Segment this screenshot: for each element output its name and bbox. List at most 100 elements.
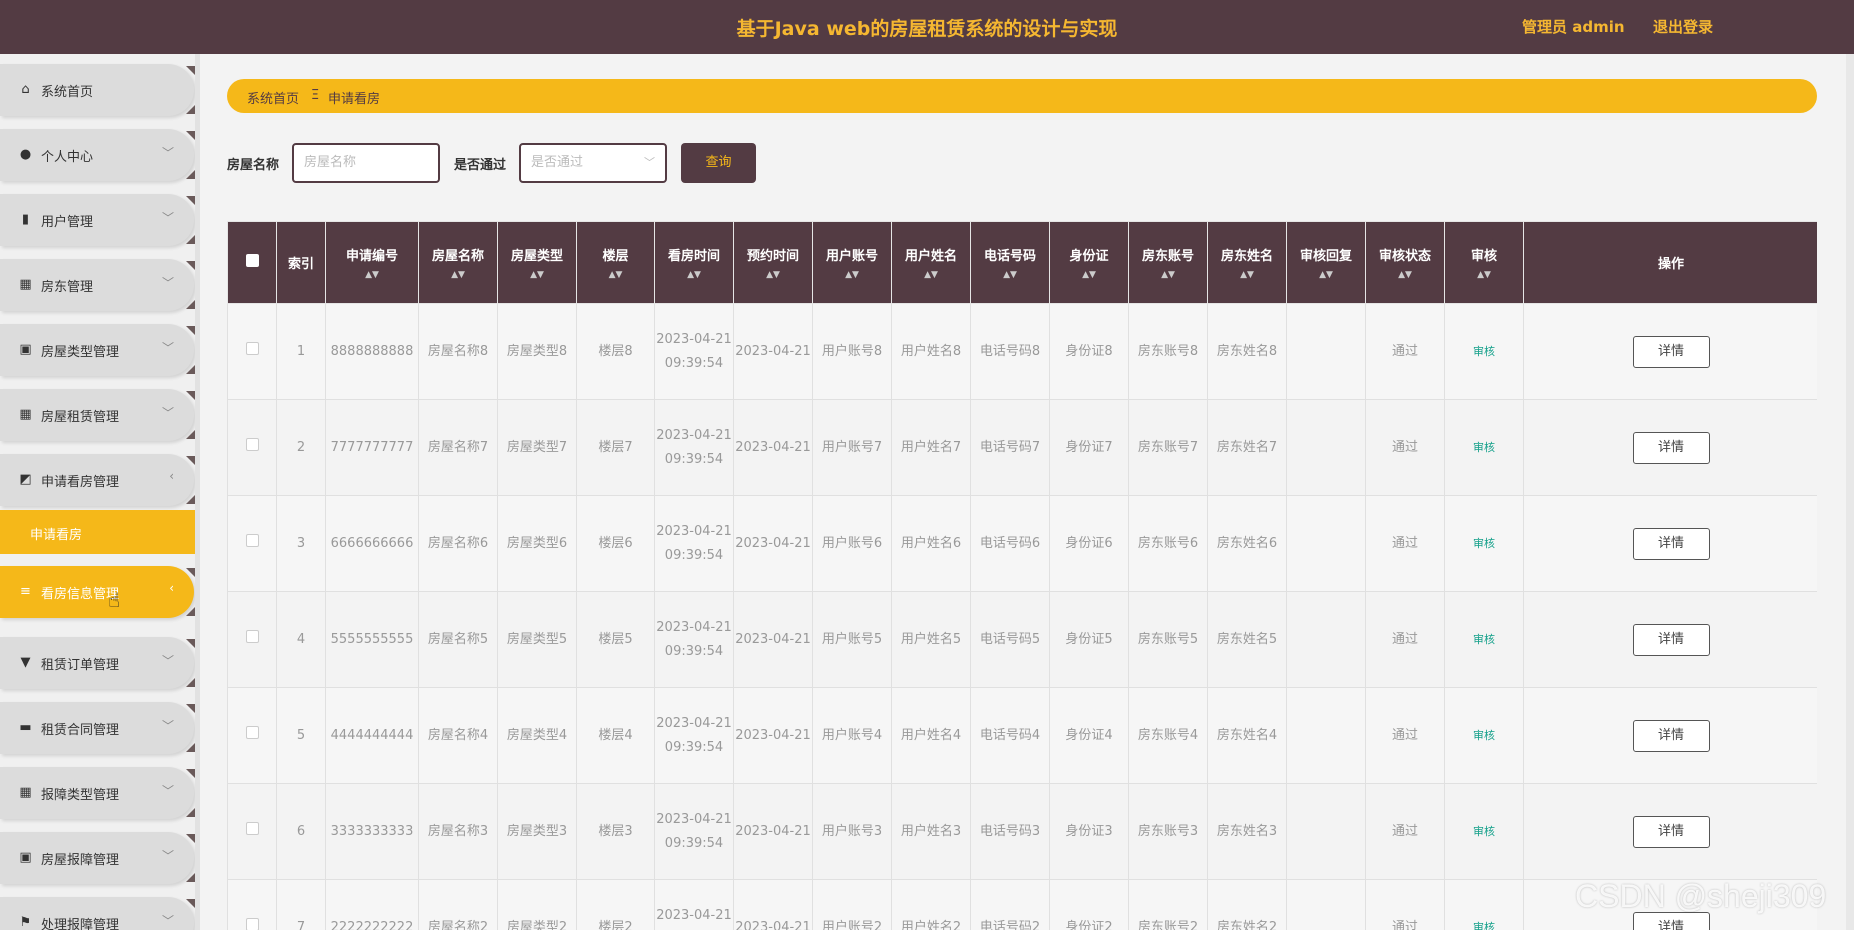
row-checkbox[interactable] <box>245 917 259 930</box>
column-header[interactable]: 身份证 ▲▼ <box>1049 221 1129 304</box>
cell-audit: 审核 <box>1444 879 1524 930</box>
sort-icon[interactable]: ▲▼ <box>577 270 654 280</box>
column-header[interactable]: 审核回复 ▲▼ <box>1286 221 1366 304</box>
corner-notch-icon <box>186 104 196 114</box>
row-checkbox[interactable] <box>245 533 259 547</box>
sidebar-item[interactable]: ▬ 租赁合同管理 ﹀ <box>0 702 196 754</box>
sort-icon[interactable]: ▲▼ <box>1366 270 1444 280</box>
query-button[interactable]: 查询 <box>681 143 756 183</box>
column-header-label: 用户姓名 <box>904 249 957 264</box>
cell-actions: 详情 <box>1523 591 1817 688</box>
detail-button[interactable]: 详情 <box>1632 527 1710 560</box>
column-header-label: 电话号码 <box>983 249 1036 264</box>
audit-link[interactable]: 审核 <box>1473 537 1495 550</box>
sidebar-subitem-apply-viewing[interactable]: 申请看房 <box>0 510 196 554</box>
chevron-icon: ﹀ <box>161 406 174 420</box>
column-header[interactable]: 楼层 ▲▼ <box>576 221 655 304</box>
sidebar-item[interactable]: ● 个人中心 ﹀ <box>0 129 196 181</box>
corner-notch-icon <box>186 299 196 309</box>
column-header[interactable]: 用户账号 ▲▼ <box>812 221 892 304</box>
table-row: 3 6666666666 房屋名称6 房屋类型6 楼层6 2023-04-21 09:39… <box>227 495 1817 592</box>
row-checkbox[interactable] <box>245 821 259 835</box>
column-header[interactable]: 看房时间 ▲▼ <box>654 221 734 304</box>
sidebar-item[interactable]: ◩ 申请看房管理 ‹ <box>0 454 196 506</box>
cell-landlord-name: 房东姓名2 <box>1207 879 1287 930</box>
column-header[interactable]: 预约时间 ▲▼ <box>733 221 813 304</box>
table-row: 4 5555555555 房屋名称5 房屋类型5 楼层5 2023-04-21 09:39… <box>227 591 1817 688</box>
sort-icon[interactable]: ▲▼ <box>1287 270 1365 280</box>
cell-user: 用户姓名5 <box>891 591 971 688</box>
sidebar-item-label: 租赁合同管理 <box>41 723 120 738</box>
sort-icon[interactable]: ▲▼ <box>655 270 733 280</box>
sidebar-item[interactable]: ▦ 房东管理 ﹀ <box>0 259 196 311</box>
cell-phone: 电话号码2 <box>970 879 1050 930</box>
column-header-label: 房东账号 <box>1141 249 1194 264</box>
row-checkbox[interactable] <box>245 725 259 739</box>
corner-notch-icon <box>186 872 196 882</box>
sort-icon[interactable]: ▲▼ <box>971 270 1049 280</box>
column-header[interactable]: 房东姓名 ▲▼ <box>1207 221 1287 304</box>
audit-link[interactable]: 审核 <box>1473 825 1495 838</box>
sort-icon[interactable]: ▲▼ <box>1445 270 1523 280</box>
cell-no: 4444444444 <box>325 687 419 784</box>
sidebar-item[interactable]: ⌂ 系统首页 <box>0 64 196 116</box>
sort-icon[interactable]: ▲▼ <box>1129 270 1207 280</box>
detail-button[interactable]: 详情 <box>1632 623 1710 656</box>
sort-icon[interactable]: ▲▼ <box>734 270 812 280</box>
select-all-checkbox[interactable] <box>245 254 259 267</box>
sidebar-item[interactable]: ▮ 用户管理 ﹀ <box>0 194 196 246</box>
sidebar-item-label: 房屋报障管理 <box>41 853 120 868</box>
cell-type: 房屋类型7 <box>497 399 577 496</box>
row-checkbox[interactable] <box>245 437 259 451</box>
sidebar-item[interactable]: ▣ 房屋类型管理 ﹀ <box>0 324 196 376</box>
cell-reply <box>1286 687 1366 784</box>
cell-phone: 电话号码6 <box>970 495 1050 592</box>
column-header[interactable]: 房屋名称 ▲▼ <box>418 221 498 304</box>
column-header[interactable]: 房东账号 ▲▼ <box>1128 221 1208 304</box>
house-name-input[interactable]: 房屋名称 <box>292 143 440 183</box>
detail-button[interactable]: 详情 <box>1632 815 1710 848</box>
audit-link[interactable]: 审核 <box>1473 729 1495 742</box>
column-header[interactable]: 审核状态 ▲▼ <box>1365 221 1445 304</box>
page-scrollbar[interactable] <box>1846 54 1854 930</box>
detail-button[interactable]: 详情 <box>1632 719 1710 752</box>
cell-name: 房屋名称3 <box>418 783 498 880</box>
sidebar-item[interactable]: ▣ 房屋报障管理 ﹀ <box>0 832 196 884</box>
sidebar-item[interactable]: ≡ 看房信息管理 ‹ <box>0 566 196 618</box>
cell-landlord-acc: 房东账号6 <box>1128 495 1208 592</box>
column-header-label: 看房时间 <box>667 249 720 264</box>
audit-link[interactable]: 审核 <box>1473 441 1495 454</box>
audit-link[interactable]: 审核 <box>1473 921 1495 930</box>
sidebar-item[interactable]: ⚑ 处理报障管理 ﹀ <box>0 897 196 930</box>
column-header[interactable]: 房屋类型 ▲▼ <box>497 221 577 304</box>
logout-link[interactable]: 退出登录 <box>1653 16 1713 37</box>
audit-link[interactable]: 审核 <box>1473 633 1495 646</box>
flag-icon: ⚑ <box>19 915 32 930</box>
breadcrumb-home[interactable]: 系统首页 <box>247 88 299 107</box>
sort-icon[interactable]: ▲▼ <box>892 270 970 280</box>
sidebar-item[interactable]: ▦ 报障类型管理 ﹀ <box>0 767 196 819</box>
table-header-row: 索引 申请编号 ▲▼ 房屋名称 ▲▼ 房屋类型 ▲▼ 楼层 ▲▼ 看房时间 ▲▼ 预约时间 ▲▼ 用户账号… <box>227 221 1817 304</box>
detail-button[interactable]: 详情 <box>1632 431 1710 464</box>
audit-link[interactable]: 审核 <box>1473 345 1495 358</box>
sort-icon[interactable]: ▲▼ <box>419 270 497 280</box>
sort-icon[interactable]: ▲▼ <box>1050 270 1128 280</box>
sort-icon[interactable]: ▲▼ <box>498 270 576 280</box>
row-select-cell <box>227 687 277 784</box>
row-checkbox[interactable] <box>245 341 259 355</box>
column-header[interactable]: 审核 ▲▼ <box>1444 221 1524 304</box>
sidebar-item[interactable]: ▼ 租赁订单管理 ﹀ <box>0 637 196 689</box>
clipboard-icon: ▣ <box>19 342 32 357</box>
sort-icon[interactable]: ▲▼ <box>813 270 891 280</box>
table-row: 1 8888888888 房屋名称8 房屋类型8 楼层8 2023-04-21 09:39… <box>227 303 1817 400</box>
sort-icon[interactable]: ▲▼ <box>326 270 418 280</box>
row-checkbox[interactable] <box>245 629 259 643</box>
column-header[interactable]: 申请编号 ▲▼ <box>325 221 419 304</box>
sort-icon[interactable]: ▲▼ <box>1208 270 1286 280</box>
column-header[interactable]: 电话号码 ▲▼ <box>970 221 1050 304</box>
passed-select[interactable]: 是否通过 ﹀ <box>519 143 667 183</box>
cell-reply <box>1286 879 1366 930</box>
column-header[interactable]: 用户姓名 ▲▼ <box>891 221 971 304</box>
detail-button[interactable]: 详情 <box>1632 335 1710 368</box>
sidebar-item[interactable]: ▦ 房屋租赁管理 ﹀ <box>0 389 196 441</box>
